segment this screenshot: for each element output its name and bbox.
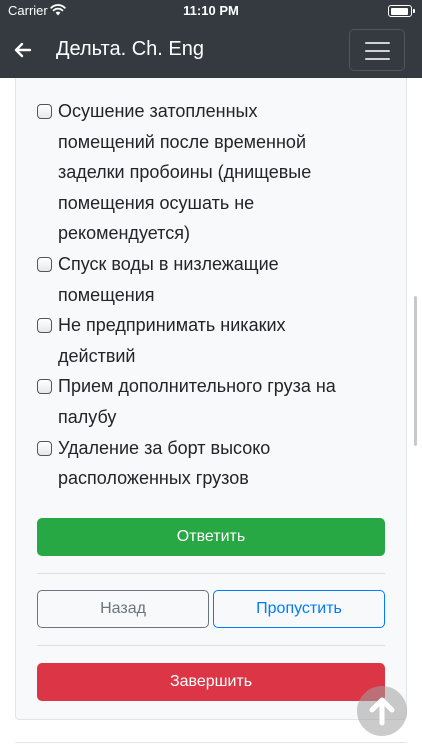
divider (37, 645, 385, 646)
answer-options: Осушение затопленных помещений после вре… (37, 96, 357, 494)
option-checkbox[interactable] (37, 318, 52, 334)
option-checkbox[interactable] (37, 379, 52, 395)
hamburger-menu-button[interactable] (349, 29, 405, 71)
bottom-divider (15, 742, 407, 743)
status-time: 11:10 PM (183, 3, 239, 18)
option-label: Не предпринимать никаких действий (58, 315, 286, 366)
option-checkbox[interactable] (37, 440, 52, 456)
scroll-to-top-button[interactable] (357, 686, 407, 736)
option-checkbox[interactable] (37, 104, 52, 119)
divider (37, 573, 385, 574)
option-label: Удаление за борт высоко расположенных гр… (58, 437, 271, 489)
finish-button[interactable]: Завершить (37, 663, 385, 701)
option-label: Осушение затопленных помещений после вре… (58, 101, 312, 244)
status-bar: Carrier 11:10 PM (0, 0, 422, 22)
skip-button[interactable]: Пропустить (213, 590, 385, 628)
battery-icon (388, 5, 415, 17)
navbar: Дельта. Ch. Eng (0, 22, 422, 78)
page-title: Дельта. Ch. Eng (56, 38, 204, 60)
option-label: Спуск воды в низлежащие помещения (58, 253, 279, 305)
hamburger-icon (365, 42, 390, 44)
back-arrow-icon[interactable] (10, 37, 36, 63)
back-button[interactable]: Назад (37, 590, 209, 628)
hamburger-icon-bar (365, 50, 390, 52)
option-checkbox[interactable] (37, 256, 52, 272)
option-label: Прием дополнительного груза на палубу (58, 376, 336, 427)
answer-option[interactable]: Удаление за борт высоко расположенных гр… (37, 433, 357, 494)
hamburger-icon-bar (365, 58, 390, 60)
answer-button[interactable]: Ответить (37, 518, 385, 556)
arrow-up-icon (369, 697, 395, 726)
scrollbar[interactable] (414, 296, 417, 446)
answer-option[interactable]: Спуск воды в низлежащие помещения (37, 249, 357, 310)
answer-option[interactable]: Не предпринимать никаких действий (37, 310, 357, 371)
answer-option[interactable]: Осушение затопленных помещений после вре… (37, 96, 357, 249)
answer-option[interactable]: Прием дополнительного груза на палубу (37, 371, 357, 432)
